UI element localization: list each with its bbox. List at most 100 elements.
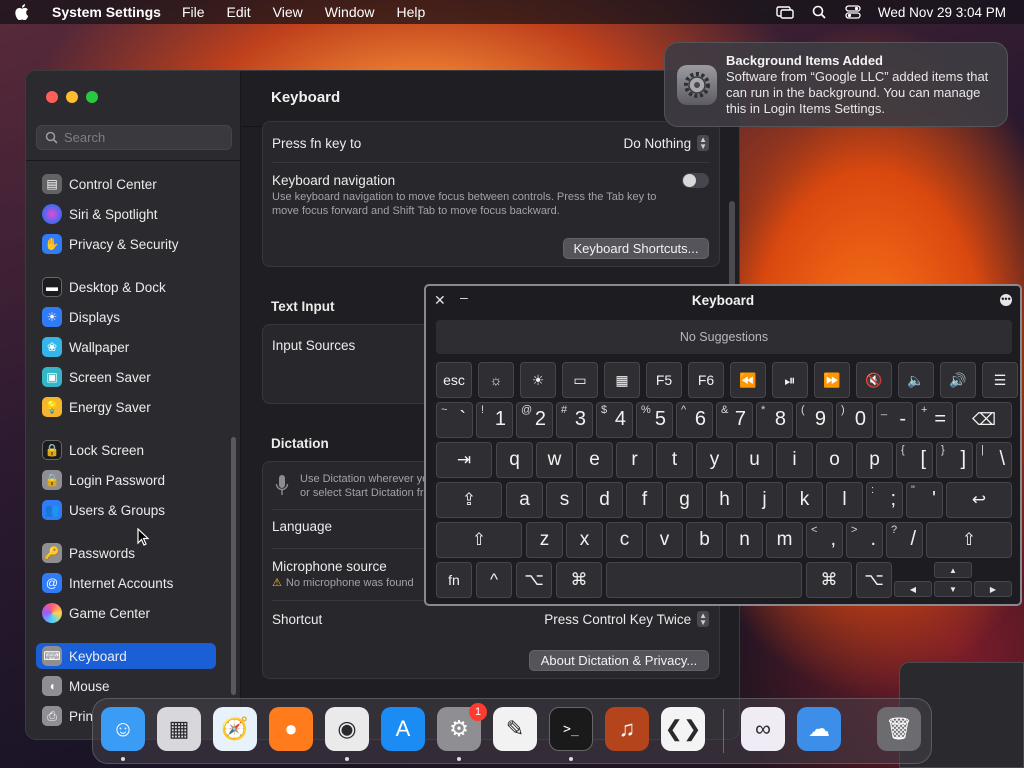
about-dictation-button[interactable]: About Dictation & Privacy... <box>529 650 709 671</box>
sidebar-item-lock-screen[interactable]: 🔒 Lock Screen <box>36 437 216 463</box>
menu-edit[interactable]: Edit <box>216 4 262 20</box>
sidebar-item-energy-saver[interactable]: 💡 Energy Saver <box>36 394 216 420</box>
right-command-key[interactable]: ⌘ <box>806 562 852 598</box>
key-fn-row-0[interactable]: esc <box>436 362 472 398</box>
key-l[interactable]: l <box>826 482 863 518</box>
key-fn-row-10[interactable]: 🔇 <box>856 362 892 398</box>
left-arrow-key[interactable]: ◀ <box>894 581 932 597</box>
key-z[interactable]: z <box>526 522 563 558</box>
key-h[interactable]: h <box>706 482 743 518</box>
control-key[interactable]: ^ <box>476 562 512 598</box>
key-fn-row-2[interactable]: ☀ <box>520 362 556 398</box>
key-b[interactable]: b <box>686 522 723 558</box>
key-fn-row-1[interactable]: ☼ <box>478 362 514 398</box>
key--[interactable]: _ - <box>876 402 913 438</box>
key-f[interactable]: f <box>626 482 663 518</box>
visual-studio-icon[interactable]: ∞ <box>741 707 785 751</box>
key-fn-row-3[interactable]: ▭ <box>562 362 598 398</box>
key-v[interactable]: v <box>646 522 683 558</box>
key-3[interactable]: #3 <box>556 402 593 438</box>
sidebar-item-privacy-security[interactable]: ✋ Privacy & Security <box>36 231 216 257</box>
key-fn-row-6[interactable]: F6 <box>688 362 724 398</box>
menu-clock[interactable]: Wed Nov 29 3:04 PM <box>878 5 1006 20</box>
sidebar-item-game-center[interactable]: Game Center <box>36 600 216 626</box>
key-y[interactable]: y <box>696 442 733 478</box>
keyboard-navigation-toggle[interactable] <box>682 173 709 188</box>
space-bar[interactable] <box>606 562 802 598</box>
key-2[interactable]: @2 <box>516 402 553 438</box>
key-fn-row-8[interactable]: ⏯ <box>772 362 808 398</box>
key-k[interactable]: k <box>786 482 823 518</box>
garageband-icon[interactable]: ♫ <box>605 707 649 751</box>
chrome-icon[interactable]: ◉ <box>325 707 369 751</box>
sidebar-item-mouse[interactable]: ◖ Mouse <box>36 673 216 699</box>
key-u[interactable]: u <box>736 442 773 478</box>
key-6[interactable]: ^ 6 <box>676 402 713 438</box>
key-a[interactable]: a <box>506 482 543 518</box>
launchpad-icon[interactable]: ▦ <box>157 707 201 751</box>
sidebar-item-login-password[interactable]: 🔒 Login Password <box>36 467 216 493</box>
key-'[interactable]: " ' <box>906 482 943 518</box>
close-window-button[interactable] <box>46 91 58 103</box>
left-command-key[interactable]: ⌘ <box>556 562 602 598</box>
terminal-icon[interactable]: >_ <box>549 707 593 751</box>
app-menu[interactable]: System Settings <box>44 4 171 20</box>
key-q[interactable]: q <box>496 442 533 478</box>
key-fn-row-5[interactable]: F5 <box>646 362 682 398</box>
weather-icon[interactable]: ☁ <box>797 707 841 751</box>
key-g[interactable]: g <box>666 482 703 518</box>
firefox-icon[interactable]: ● <box>269 707 313 751</box>
fn-key[interactable]: fn <box>436 562 472 598</box>
key-;[interactable]: :; <box>866 482 903 518</box>
menu-help[interactable]: Help <box>386 4 437 20</box>
search-input[interactable] <box>64 130 214 145</box>
key-0[interactable]: ) 0 <box>836 402 873 438</box>
sidebar-item-users-groups[interactable]: 👥 Users & Groups <box>36 497 216 523</box>
sidebar-item-desktop-dock[interactable]: ▬ Desktop & Dock <box>36 274 216 300</box>
sidebar-item-siri-spotlight[interactable]: Siri & Spotlight <box>36 201 216 227</box>
sidebar-scrollbar[interactable] <box>231 437 236 695</box>
key-fn-row-13[interactable]: ☰ <box>982 362 1018 398</box>
key-t[interactable]: t <box>656 442 693 478</box>
key-1[interactable]: ! 1 <box>476 402 513 438</box>
sidebar-search[interactable] <box>36 125 232 150</box>
key-w[interactable]: w <box>536 442 573 478</box>
key-i[interactable]: i <box>776 442 813 478</box>
finder-icon[interactable]: ☺ <box>101 707 145 751</box>
sidebar-item-screen-saver[interactable]: ▣ Screen Saver <box>36 364 216 390</box>
key-x[interactable]: x <box>566 522 603 558</box>
key-.[interactable]: >. <box>846 522 883 558</box>
zoom-window-button[interactable] <box>86 91 98 103</box>
left-shift-key[interactable]: ⇧ <box>436 522 522 558</box>
spotlight-search-icon[interactable] <box>810 5 828 19</box>
key-[[interactable]: {[ <box>896 442 933 478</box>
key-9[interactable]: (9 <box>796 402 833 438</box>
key-s[interactable]: s <box>546 482 583 518</box>
key-7[interactable]: & 7 <box>716 402 753 438</box>
trash-icon[interactable]: 🗑 <box>877 707 921 751</box>
sidebar-item-wallpaper[interactable]: ❀ Wallpaper <box>36 334 216 360</box>
keyboard-shortcuts-button[interactable]: Keyboard Shortcuts... <box>563 238 709 259</box>
options-icon[interactable]: ••• <box>1000 294 1012 306</box>
sidebar-item-internet-accounts[interactable]: @ Internet Accounts <box>36 570 216 596</box>
key-fn-row-7[interactable]: ⏪ <box>730 362 766 398</box>
return-key[interactable]: ↩ <box>946 482 1012 518</box>
notification-banner[interactable]: Background Items Added Software from “Go… <box>664 42 1008 127</box>
key-p[interactable]: p <box>856 442 893 478</box>
key-d[interactable]: d <box>586 482 623 518</box>
key-fn-row-12[interactable]: 🔊 <box>940 362 976 398</box>
sidebar-item-displays[interactable]: ☀ Displays <box>36 304 216 330</box>
key-/[interactable]: ? / <box>886 522 923 558</box>
key-=[interactable]: + = <box>916 402 953 438</box>
sidebar-item-passwords[interactable]: 🔑 Passwords <box>36 540 216 566</box>
minimize-window-button[interactable] <box>66 91 78 103</box>
key-\[interactable]: | \ <box>976 442 1012 478</box>
key-fn-row-9[interactable]: ⏩ <box>814 362 850 398</box>
key-fn-row-11[interactable]: 🔈 <box>898 362 934 398</box>
left-option-key[interactable]: ⌥ <box>516 562 552 598</box>
right-shift-key[interactable]: ⇧ <box>926 522 1012 558</box>
key-8[interactable]: * 8 <box>756 402 793 438</box>
menu-window[interactable]: Window <box>314 4 386 20</box>
screen-mirroring-icon[interactable] <box>776 5 794 19</box>
key-e[interactable]: e <box>576 442 613 478</box>
